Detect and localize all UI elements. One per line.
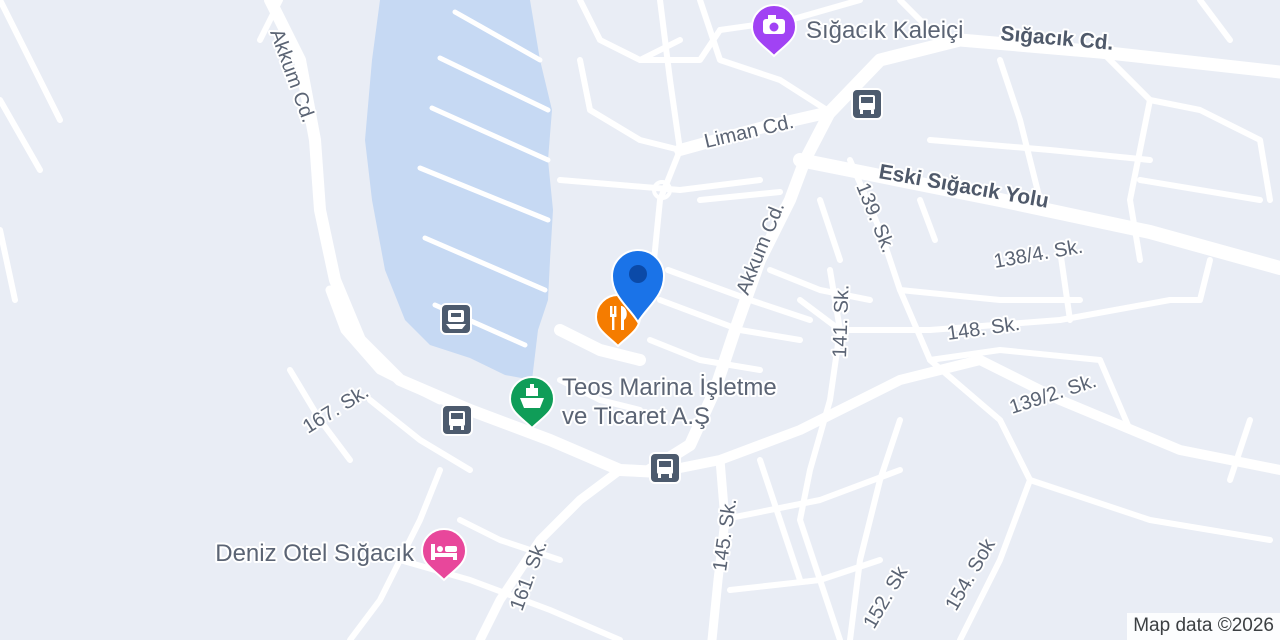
ferry-icon[interactable]	[440, 303, 472, 335]
map-view[interactable]: Akkum Cd. Akkum Cd. Sığacık Cd. Liman Cd…	[0, 0, 1280, 640]
location-pin-dot	[629, 265, 647, 283]
transit-stop-ferry[interactable]	[440, 303, 472, 335]
bus-icon[interactable]	[649, 452, 681, 484]
poi-label-teos-marina-line1[interactable]: Teos Marina İşletme	[560, 372, 779, 403]
transit-stop-liman[interactable]	[851, 88, 883, 120]
bus-icon[interactable]	[851, 88, 883, 120]
bus-icon[interactable]	[441, 404, 473, 436]
transit-stop-akkum[interactable]	[441, 404, 473, 436]
map-attribution: Map data ©2026	[1127, 613, 1280, 640]
poi-label-deniz-otel[interactable]: Deniz Otel Sığacık	[213, 538, 417, 569]
transit-stop-junction[interactable]	[649, 452, 681, 484]
poi-label-teos-marina-line2[interactable]: ve Ticaret A.Ş	[560, 401, 712, 432]
street-label-141-sk: 141. Sk.	[829, 284, 854, 358]
map-canvas[interactable]: Akkum Cd. Akkum Cd. Sığacık Cd. Liman Cd…	[0, 0, 1280, 640]
poi-label-sigacik-kaleici[interactable]: Sığacık Kaleiçi	[804, 15, 965, 46]
